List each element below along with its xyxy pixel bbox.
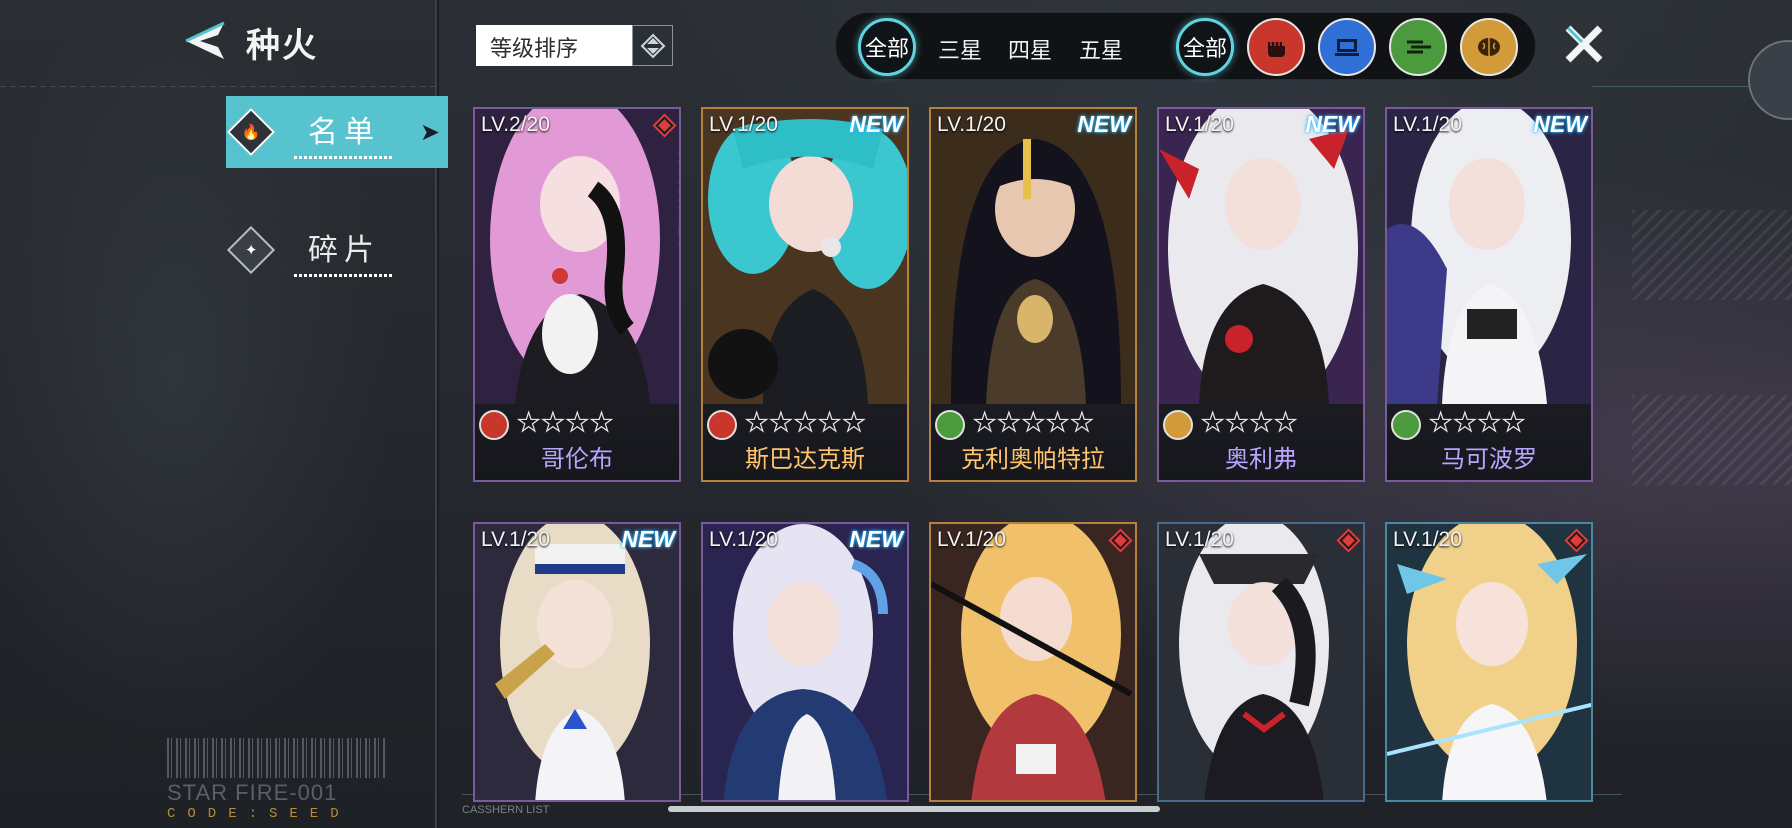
character-portrait <box>931 109 1135 404</box>
character-card[interactable]: LV.1/20 NEW ★★★★★ 斯巴达克斯 <box>701 107 909 482</box>
card-level: LV.1/20 <box>1165 113 1234 136</box>
character-name: 马可波罗 <box>1441 445 1537 473</box>
fist-icon <box>479 410 509 440</box>
page-title: 种火 <box>246 26 318 66</box>
stripe-decoration <box>1632 395 1792 485</box>
star-rating: ★★★★ <box>1428 407 1527 438</box>
filter-attribute-wind[interactable] <box>1389 18 1447 76</box>
character-portrait <box>475 109 679 404</box>
character-portrait <box>703 109 907 404</box>
character-card[interactable]: LV.1/20 <box>1385 522 1593 802</box>
filter-bar: 全部 三星 四星 五星 全部 <box>835 12 1536 80</box>
character-card[interactable]: LV.1/20 NEW <box>701 522 909 802</box>
wind-lines-icon <box>935 410 965 440</box>
filter-rarity-5star[interactable]: 五星 <box>1079 33 1123 65</box>
stripe-decoration <box>1632 210 1792 300</box>
nav-item-fragments[interactable]: ✦ 碎片 <box>226 214 448 286</box>
card-level: LV.1/20 <box>481 528 550 551</box>
card-info: ★★★★★ 克利奥帕特拉 <box>931 404 1135 480</box>
chevron-right-icon: ➤ <box>419 118 440 146</box>
card-watermark: HARALT <box>673 149 681 254</box>
flame-icon: 🔥 <box>226 107 276 157</box>
back-button[interactable] <box>178 18 230 64</box>
character-card[interactable]: LV.1/20 NEW ★★★★ 奥利弗 <box>1157 107 1365 482</box>
card-level: LV.2/20 <box>481 113 550 136</box>
back-arrow-icon <box>185 21 225 59</box>
brain-icon <box>1478 38 1500 56</box>
new-badge: NEW <box>621 526 675 552</box>
card-level: LV.1/20 <box>937 113 1006 136</box>
star-rating: ★★★★★ <box>972 407 1095 438</box>
star-rating: ★★★★ <box>516 407 615 438</box>
character-portrait <box>1387 109 1591 404</box>
filter-attribute-tech[interactable] <box>1318 18 1376 76</box>
brain-icon <box>1163 410 1193 440</box>
card-info: ★★★★★ 斯巴达克斯 <box>703 404 907 480</box>
character-name: 斯巴达克斯 <box>745 445 865 473</box>
new-badge: NEW <box>1533 111 1587 137</box>
card-level: LV.1/20 <box>709 528 778 551</box>
card-info: ★★★★ 奥利弗 <box>1159 404 1363 480</box>
list-tag: CASSHERN LIST <box>462 804 550 816</box>
character-card[interactable]: LV.1/20 NEW ★★★★ 马可波罗 <box>1385 107 1593 482</box>
close-icon <box>1565 25 1603 63</box>
character-portrait <box>1159 524 1363 800</box>
card-info: ★★★★ 哥伦布 <box>475 404 679 480</box>
card-level: LV.1/20 <box>1393 528 1462 551</box>
character-card[interactable]: LV.1/20 NEW <box>473 522 681 802</box>
close-button[interactable] <box>1562 22 1606 66</box>
character-portrait <box>1159 109 1363 404</box>
star-rating: ★★★★★ <box>744 407 867 438</box>
nav-item-label: 名单 <box>294 107 394 159</box>
filter-rarity-all[interactable]: 全部 <box>858 18 916 76</box>
character-name: 克利奥帕特拉 <box>961 445 1105 473</box>
character-portrait <box>1387 524 1591 800</box>
nav-item-label: 碎片 <box>294 225 394 277</box>
character-portrait <box>931 524 1135 800</box>
code-label: CODE:SEED <box>167 806 351 822</box>
card-info: ★★★★ 马可波罗 <box>1387 404 1591 480</box>
sort-dropdown[interactable]: 等级排序 <box>476 25 632 66</box>
card-level: LV.1/20 <box>937 528 1006 551</box>
filter-attribute-brain[interactable] <box>1460 18 1518 76</box>
character-name: 哥伦布 <box>541 445 613 473</box>
card-level: LV.1/20 <box>1393 113 1462 136</box>
sort-arrows-icon <box>640 33 665 58</box>
character-card[interactable]: HARALT LV.2/20 ★★★★ 哥伦布 <box>473 107 681 482</box>
character-portrait <box>703 524 907 800</box>
filter-rarity-3star[interactable]: 三星 <box>938 33 982 65</box>
shard-icon: ✦ <box>226 225 276 275</box>
wind-lines-icon <box>1391 410 1421 440</box>
new-badge: NEW <box>1077 111 1131 137</box>
wind-lines-icon <box>1407 40 1431 54</box>
new-badge: NEW <box>849 526 903 552</box>
barcode-decoration <box>167 738 387 778</box>
card-level: LV.1/20 <box>1165 528 1234 551</box>
nav-item-roster[interactable]: 🔥 名单 ➤ <box>226 96 448 168</box>
barcode-label: STAR FIRE-001 <box>167 780 338 805</box>
sort-order-toggle[interactable] <box>632 25 673 66</box>
character-card[interactable]: LV.1/20 <box>929 522 1137 802</box>
computer-icon <box>1335 39 1359 56</box>
star-rating: ★★★★ <box>1200 407 1299 438</box>
new-badge: NEW <box>849 111 903 137</box>
fist-icon <box>1261 32 1291 62</box>
character-card[interactable]: LV.1/20 NEW ★★★★★ 克利奥帕特拉 <box>929 107 1137 482</box>
filter-attribute-all[interactable]: 全部 <box>1176 18 1234 76</box>
fist-icon <box>707 410 737 440</box>
character-card[interactable]: LV.1/20 <box>1157 522 1365 802</box>
character-portrait <box>475 524 679 800</box>
character-name: 奥利弗 <box>1225 445 1297 473</box>
card-level: LV.1/20 <box>709 113 778 136</box>
horizontal-scrollbar[interactable] <box>668 806 1160 812</box>
filter-rarity-4star[interactable]: 四星 <box>1008 33 1052 65</box>
filter-attribute-fist[interactable] <box>1247 18 1305 76</box>
new-badge: NEW <box>1305 111 1359 137</box>
